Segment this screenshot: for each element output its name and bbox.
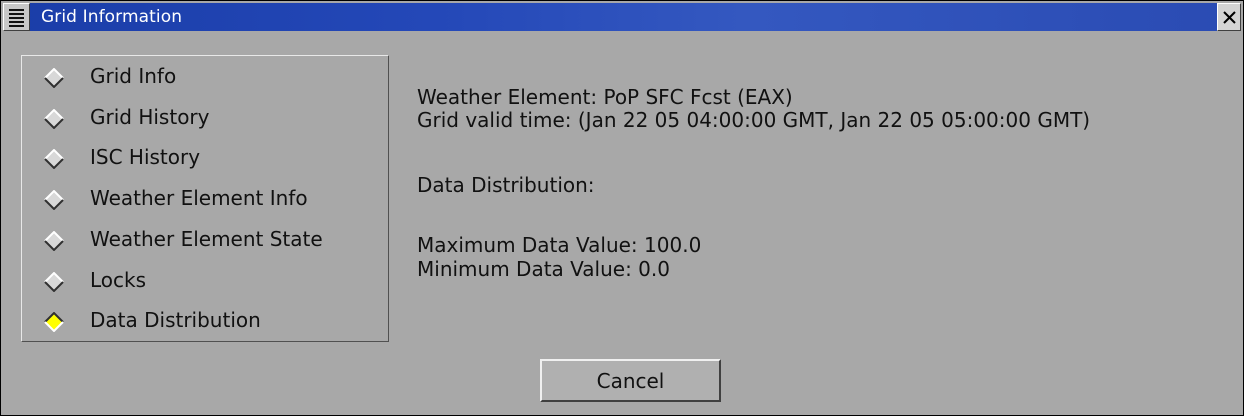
option-label: Data Distribution xyxy=(90,308,261,332)
grid-information-dialog: Grid Information Grid Info Grid History IS… xyxy=(0,0,1244,416)
title-bar[interactable]: Grid Information xyxy=(3,3,1241,31)
minimum-data-value-text: Minimum Data Value: 0.0 xyxy=(417,257,670,281)
diamond-radio-icon xyxy=(44,149,64,169)
diamond-radio-icon xyxy=(44,312,64,332)
option-label: Weather Element Info xyxy=(90,186,308,210)
option-label: Locks xyxy=(90,268,147,292)
option-grid-history[interactable]: Grid History xyxy=(44,102,384,132)
option-label: Grid Info xyxy=(90,64,177,88)
diamond-radio-icon xyxy=(44,190,64,210)
option-weather-element-info[interactable]: Weather Element Info xyxy=(44,183,384,213)
data-distribution-heading: Data Distribution: xyxy=(417,173,595,197)
option-label: ISC History xyxy=(90,145,201,169)
close-button[interactable] xyxy=(1217,3,1241,31)
option-label: Grid History xyxy=(90,105,210,129)
option-grid-info[interactable]: Grid Info xyxy=(44,61,384,91)
diamond-radio-icon xyxy=(44,109,64,129)
diamond-radio-icon xyxy=(44,272,64,292)
window-menu-icon[interactable] xyxy=(3,3,30,31)
option-data-distribution[interactable]: Data Distribution xyxy=(44,305,384,335)
diamond-radio-icon xyxy=(44,231,64,251)
maximum-data-value-text: Maximum Data Value: 100.0 xyxy=(417,233,702,257)
grid-valid-time-text: Grid valid time: (Jan 22 05 04:00:00 GMT… xyxy=(417,108,1091,132)
cancel-button[interactable]: Cancel xyxy=(540,359,721,402)
info-category-list: Grid Info Grid History ISC History Weather … xyxy=(21,55,389,342)
option-weather-element-state[interactable]: Weather Element State xyxy=(44,224,384,254)
option-isc-history[interactable]: ISC History xyxy=(44,142,384,172)
option-label: Weather Element State xyxy=(90,227,323,251)
option-locks[interactable]: Locks xyxy=(44,265,384,295)
weather-element-text: Weather Element: PoP SFC Fcst (EAX) xyxy=(417,85,793,109)
close-icon xyxy=(1223,11,1236,24)
diamond-radio-icon xyxy=(44,68,64,88)
window-title: Grid Information xyxy=(41,7,183,27)
